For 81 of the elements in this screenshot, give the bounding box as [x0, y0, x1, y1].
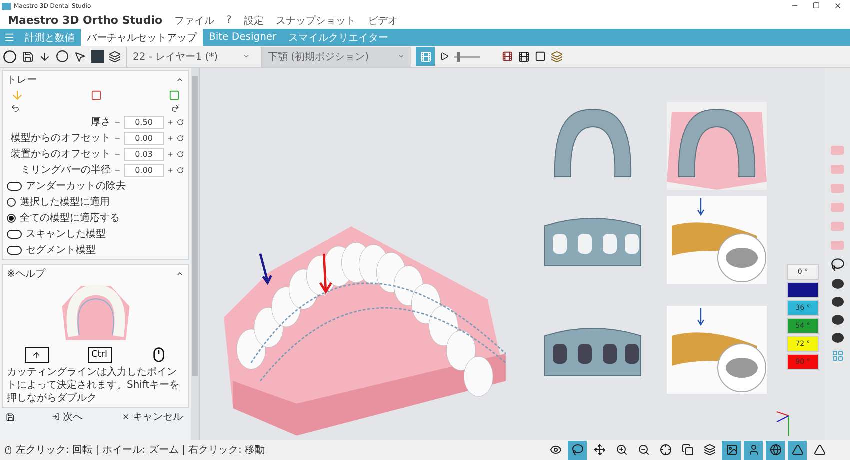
- tool-icon[interactable]: [109, 50, 121, 62]
- collapse-icon[interactable]: [176, 76, 184, 84]
- zoom-out-icon: [638, 444, 650, 456]
- view-tool-button[interactable]: [788, 440, 807, 460]
- toggle-label: アンダーカットの除去: [26, 180, 126, 193]
- layers-icon: [704, 444, 716, 456]
- mouse-icon: [4, 446, 13, 454]
- radio-label: 選択した模型に適用: [20, 196, 110, 209]
- plus-icon[interactable]: [167, 134, 174, 142]
- panel-title: トレー: [7, 74, 37, 87]
- toggle-switch[interactable]: [7, 182, 22, 190]
- redo-icon[interactable]: [171, 104, 180, 113]
- jaw-select[interactable]: 下顎 (初期ポジション): [261, 46, 411, 66]
- menu-item[interactable]: スナップショット: [276, 14, 356, 28]
- square-outline-icon[interactable]: [535, 51, 546, 62]
- app-logo-icon: [2, 2, 11, 10]
- reset-icon[interactable]: [177, 166, 184, 174]
- param-label: ミリングバーの半径: [21, 164, 111, 177]
- close-icon[interactable]: [834, 2, 842, 10]
- view-tool-button[interactable]: [766, 440, 785, 460]
- person-icon: [748, 444, 760, 456]
- toggle-label: セグメント模型: [26, 244, 96, 257]
- zoom-in-icon: [616, 444, 628, 456]
- param-label: 厚さ: [91, 116, 111, 129]
- globe-icon: [770, 444, 782, 456]
- radio-button[interactable]: [7, 198, 16, 206]
- menu-item[interactable]: ビデオ: [368, 14, 398, 28]
- triangle-icon: [792, 444, 804, 456]
- menu-item[interactable]: ファイル: [174, 14, 215, 28]
- lasso-icon: [572, 444, 584, 456]
- enter-icon: [52, 413, 60, 421]
- view-tool-button[interactable]: [744, 440, 763, 460]
- panel-title: ※ヘルプ: [7, 268, 46, 281]
- crosshair-icon: [660, 444, 672, 456]
- triangle-outline-icon: [814, 444, 826, 456]
- cancel-button[interactable]: キャンセル: [120, 410, 185, 424]
- chevron-down-icon: [398, 53, 405, 60]
- toggle-label: スキャンした模型: [26, 228, 106, 241]
- filmstrip-icon[interactable]: [518, 50, 530, 62]
- help-text: カッティングラインは入力したポイントによって決定されます。Shiftキーを押しながらダブルク: [7, 366, 181, 405]
- image-icon: [726, 444, 738, 456]
- slider-thumb[interactable]: [456, 52, 460, 62]
- view-tool-button[interactable]: [568, 440, 587, 460]
- app-title: Maestro 3D Ortho Studio: [8, 14, 163, 27]
- plus-icon[interactable]: [167, 150, 174, 158]
- film-icon[interactable]: [502, 51, 513, 62]
- param-label: 模型からのオフセット: [11, 132, 111, 145]
- plus-icon[interactable]: [167, 166, 174, 174]
- menu-icon[interactable]: [4, 32, 15, 43]
- mouse-icon: [150, 347, 166, 363]
- copy-icon: [682, 444, 694, 456]
- menu-item[interactable]: ?: [226, 15, 232, 26]
- reset-icon[interactable]: [177, 118, 184, 126]
- close-icon: [122, 413, 130, 421]
- toggle-switch[interactable]: [7, 230, 22, 238]
- toggle-switch[interactable]: [7, 246, 22, 254]
- radio-button[interactable]: [7, 214, 16, 222]
- menu-item[interactable]: 設定: [244, 14, 264, 28]
- up-arrow-icon: [32, 350, 41, 360]
- radio-label: 全ての模型に適応する: [20, 212, 120, 225]
- status-text: 左クリック: 回転 | ホイール: ズーム | 右クリック: 移動: [16, 444, 266, 457]
- number-field[interactable]: 0.00: [124, 164, 164, 176]
- number-field[interactable]: 0.03: [124, 148, 164, 160]
- chevron-down-icon: [243, 53, 250, 60]
- move-icon: [594, 444, 606, 456]
- number-field[interactable]: 0.00: [124, 132, 164, 144]
- param-label: 装置からのオフセット: [11, 148, 111, 161]
- eye-icon: [550, 444, 562, 456]
- next-button[interactable]: 次へ: [50, 410, 85, 424]
- maximize-icon[interactable]: [813, 2, 820, 9]
- view-tool-button[interactable]: [722, 440, 741, 460]
- reset-icon[interactable]: [177, 150, 184, 158]
- tab[interactable]: バーチャルセットアップ: [81, 29, 203, 46]
- play-icon[interactable]: [440, 52, 449, 61]
- lasso-icon[interactable]: [830, 258, 844, 272]
- collapse-icon[interactable]: [176, 270, 184, 278]
- undo-icon[interactable]: [11, 104, 20, 113]
- plus-icon[interactable]: [167, 118, 174, 126]
- number-field[interactable]: 0.50: [124, 116, 164, 128]
- keyboard-key: Ctrl: [88, 347, 112, 363]
- reset-icon[interactable]: [177, 134, 184, 142]
